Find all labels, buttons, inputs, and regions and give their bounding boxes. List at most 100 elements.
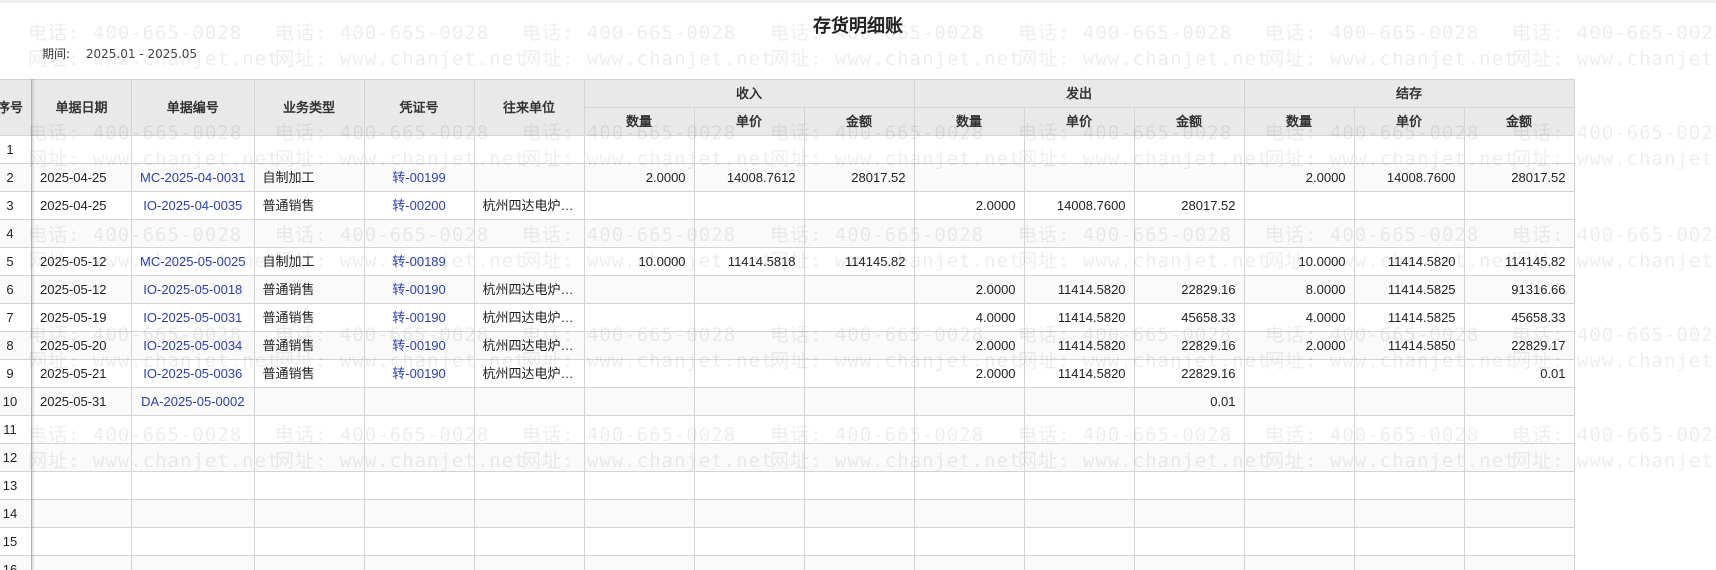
header-income-group: 收入 [583,79,915,108]
cell-out-amount: 22829.16 [1133,275,1245,304]
cell-out-qty [913,471,1025,500]
cell-partner [473,443,585,472]
voucher-link[interactable]: 转-00190 [392,366,445,381]
cell-out-amount [1133,219,1245,248]
header-voucher[interactable]: 凭证号 [363,79,475,136]
cell-bal-qty [1243,555,1355,570]
cell-bal-qty [1243,415,1355,444]
cell-doc-no [131,527,255,556]
cell-biz-type: 普通销售 [253,303,365,332]
cell-out-qty: 2.0000 [913,331,1025,360]
cell-in-price [693,387,805,416]
cell-voucher [363,443,475,472]
cell-bal-amount [1463,443,1575,472]
header-doc-date[interactable]: 单据日期 [31,79,133,136]
watermark-site: 网址: www.chanjet.net [1018,48,1270,70]
cell-out-qty [913,415,1025,444]
cell-in-price [693,331,805,360]
cell-in-price: 11414.5818 [693,247,805,276]
voucher-link[interactable]: 转-00199 [392,170,445,185]
ledger-grid: 序号 单据日期 单据编号 业务类型 凭证号 往来单位 收入 发出 结存 数量 单… [0,79,1716,570]
header-seq[interactable]: 序号 [0,79,33,136]
doc-no-link[interactable]: MC-2025-05-0025 [140,254,246,269]
cell-out-qty [913,555,1025,570]
cell-in-price [693,219,805,248]
header-in-amount[interactable]: 金额 [803,107,915,136]
table-row[interactable]: 7 2025-05-19 IO-2025-05-0031 普通销售 转-00190 杭州四… [0,303,1575,332]
cell-bal-amount [1463,555,1575,570]
cell-out-amount [1133,135,1245,164]
cell-out-qty: 2.0000 [913,191,1025,220]
table-row[interactable]: 4 [0,219,1575,248]
table-row[interactable]: 1 [0,135,1575,164]
cell-out-qty [913,135,1025,164]
table-row[interactable]: 14 [0,499,1575,528]
header-in-qty[interactable]: 数量 [583,107,695,136]
cell-biz-type: 自制加工 [253,247,365,276]
cell-in-qty [583,303,695,332]
header-partner[interactable]: 往来单位 [473,79,585,136]
header-out-price[interactable]: 单价 [1023,107,1135,136]
table-row[interactable]: 9 2025-05-21 IO-2025-05-0036 普通销售 转-00190 杭州四… [0,359,1575,388]
header-bal-price[interactable]: 单价 [1353,107,1465,136]
doc-no-link[interactable]: IO-2025-05-0034 [143,338,242,353]
cell-biz-type: 自制加工 [253,163,365,192]
cell-doc-no: MC-2025-05-0025 [131,247,255,276]
cell-out-qty [913,219,1025,248]
cell-seq: 9 [0,359,33,388]
cell-doc-no [131,499,255,528]
cell-bal-price [1353,387,1465,416]
cell-doc-date [31,415,133,444]
cell-out-price: 11414.5820 [1023,331,1135,360]
cell-doc-date [31,135,133,164]
table-row[interactable]: 6 2025-05-12 IO-2025-05-0018 普通销售 转-00190 杭州四… [0,275,1575,304]
cell-partner [473,247,585,276]
cell-out-amount [1133,471,1245,500]
doc-no-link[interactable]: IO-2025-04-0035 [143,198,242,213]
ledger-table: 序号 单据日期 单据编号 业务类型 凭证号 往来单位 收入 发出 结存 数量 单… [0,79,1575,570]
cell-out-amount [1133,527,1245,556]
voucher-link[interactable]: 转-00200 [392,198,445,213]
table-row[interactable]: 5 2025-05-12 MC-2025-05-0025 自制加工 转-00189 10.… [0,247,1575,276]
cell-doc-date: 2025-04-25 [31,191,133,220]
voucher-link[interactable]: 转-00189 [392,254,445,269]
header-out-qty[interactable]: 数量 [913,107,1025,136]
table-row[interactable]: 8 2025-05-20 IO-2025-05-0034 普通销售 转-00190 杭州四… [0,331,1575,360]
voucher-link[interactable]: 转-00190 [392,310,445,325]
table-row[interactable]: 11 [0,415,1575,444]
doc-no-link[interactable]: IO-2025-05-0031 [143,310,242,325]
table-row[interactable]: 16 [0,555,1575,570]
header-biz-type[interactable]: 业务类型 [253,79,365,136]
cell-biz-type [253,471,365,500]
table-row[interactable]: 15 [0,527,1575,556]
voucher-link[interactable]: 转-00190 [392,338,445,353]
table-row[interactable]: 13 [0,471,1575,500]
doc-no-link[interactable]: MC-2025-04-0031 [140,170,246,185]
header-in-price[interactable]: 单价 [693,107,805,136]
cell-out-price [1023,163,1135,192]
cell-in-amount [803,219,915,248]
cell-bal-price [1353,471,1465,500]
table-row[interactable]: 12 [0,443,1575,472]
header-bal-amount[interactable]: 金额 [1463,107,1575,136]
table-row[interactable]: 2 2025-04-25 MC-2025-04-0031 自制加工 转-00199 2.0… [0,163,1575,192]
doc-no-link[interactable]: IO-2025-05-0036 [143,366,242,381]
cell-bal-qty [1243,359,1355,388]
cell-in-qty [583,499,695,528]
cell-out-amount: 28017.52 [1133,191,1245,220]
cell-in-price [693,303,805,332]
period-value: 2025.01 - 2025.05 [85,47,198,61]
cell-bal-amount: 28017.52 [1463,163,1575,192]
header-out-amount[interactable]: 金额 [1133,107,1245,136]
doc-no-link[interactable]: DA-2025-05-0002 [141,394,244,409]
doc-no-link[interactable]: IO-2025-05-0018 [143,282,242,297]
voucher-link[interactable]: 转-00190 [392,282,445,297]
cell-in-amount [803,555,915,570]
cell-doc-date [31,471,133,500]
table-row[interactable]: 3 2025-04-25 IO-2025-04-0035 普通销售 转-00200 杭州四… [0,191,1575,220]
cell-in-price [693,275,805,304]
table-row[interactable]: 10 2025-05-31 DA-2025-05-0002 0.01 [0,387,1575,416]
header-doc-no[interactable]: 单据编号 [131,79,255,136]
cell-doc-no: MC-2025-04-0031 [131,163,255,192]
header-bal-qty[interactable]: 数量 [1243,107,1355,136]
